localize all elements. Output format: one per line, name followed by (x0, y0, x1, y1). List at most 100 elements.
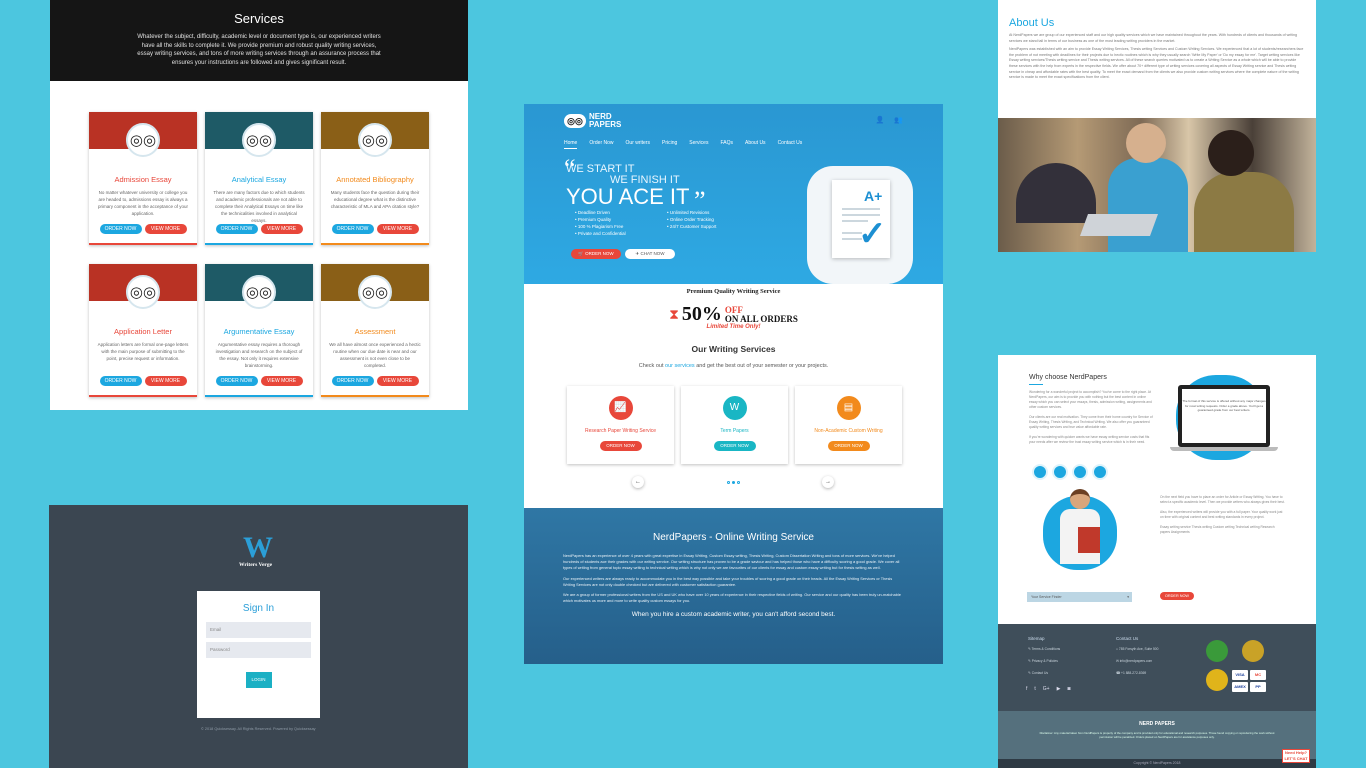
glasses-icon: ◎◎ (129, 284, 157, 301)
glasses-icon: ◎◎ (245, 132, 273, 149)
nerd-avatar-icon: ◎◎ (358, 275, 392, 309)
about-us-panel: About Us At NerdPapers we are group of o… (998, 0, 1316, 252)
about-us-paragraph: At NerdPapers we are group of our experi… (1009, 33, 1297, 43)
hero-order-label: ORDER NOW (585, 251, 614, 256)
our-services-link[interactable]: our services (665, 363, 695, 369)
writing-service-card[interactable]: ▤ Non-Academic Custom Writing ORDER NOW (795, 386, 902, 464)
twitter-icon[interactable]: t (1034, 686, 1035, 692)
visa-icon: VISA (1232, 670, 1248, 680)
view-more-button[interactable]: VIEW MORE (376, 376, 419, 386)
order-now-button[interactable]: ORDER NOW (331, 224, 374, 234)
service-order-button[interactable]: ORDER NOW (713, 441, 756, 451)
user-icon[interactable]: 👤 (876, 116, 885, 124)
order-now-button[interactable]: ORDER NOW (215, 376, 258, 386)
photo-figure (1126, 123, 1166, 163)
view-more-button[interactable]: VIEW MORE (144, 376, 187, 386)
card-text: There are many factors due to which stud… (213, 190, 305, 223)
carousel-dot[interactable] (731, 480, 735, 484)
service-card: ◎◎ Annotated Bibliography Many students fa… (321, 112, 429, 245)
guarantee-seal-icon (1206, 640, 1228, 662)
carousel-dots (726, 480, 740, 484)
nav-item-order-now[interactable]: Order Now (589, 140, 613, 149)
why-order-button[interactable]: ORDER NOW (1160, 592, 1194, 600)
feature-item: Unlimited Revisions (667, 210, 757, 215)
why-paragraph: Wondering for a wonderful project to acc… (1029, 390, 1152, 409)
subtitle-pre: Check out (638, 363, 666, 369)
carousel-prev-icon[interactable]: ← (632, 476, 644, 488)
email-item[interactable]: ✉ info@nerdpapers.com (1116, 655, 1158, 667)
hero-headline: WE START IT WE FINISH IT YOU ACE IT (566, 164, 689, 208)
writing-service-card[interactable]: W Term Papers ORDER NOW (681, 386, 788, 464)
writing-services-title: Our Writing Services (691, 344, 776, 354)
service-select[interactable]: Your Service Finder ▾ (1027, 592, 1132, 602)
service-order-button[interactable]: ORDER NOW (827, 441, 870, 451)
student-illustration (1056, 489, 1104, 585)
nav-item-our-writers[interactable]: Our writers (626, 140, 650, 149)
phone-item[interactable]: ☎ +1 888-272-8369 (1116, 667, 1158, 679)
sitemap-link-label: Contact Us (1031, 671, 1048, 675)
promo-orders: ON ALL ORDERS (724, 313, 798, 324)
password-field[interactable]: Password (206, 642, 311, 658)
view-more-button[interactable]: VIEW MORE (260, 376, 303, 386)
sitemap-link[interactable]: ✎ Privacy & Policies (1028, 655, 1060, 667)
nerd-avatar-icon: ◎◎ (242, 275, 276, 309)
carousel-dot[interactable] (726, 480, 730, 484)
writing-service-cards: 📈 Research Paper Writing Service ORDER NOW… (567, 386, 902, 464)
nerdpapers-logo[interactable]: ◎◎ NERD PAPERS (564, 113, 621, 129)
view-more-button[interactable]: VIEW MORE (376, 224, 419, 234)
logo-line-2: PAPERS (589, 120, 622, 129)
promo-limited: Limited Time Only! (706, 324, 761, 330)
contact-list: ⌂ 785 Forsyth Ave, Suite 500 ✉ info@nerd… (1116, 643, 1158, 679)
why-title: Why choose NerdPapers (1029, 374, 1107, 381)
login-button[interactable]: LOGIN (245, 672, 272, 688)
users-icon[interactable]: 👥 (894, 116, 903, 124)
nav-item-contact-us[interactable]: Contact Us (778, 140, 803, 149)
carousel-next-icon[interactable]: → (822, 476, 834, 488)
sitemap-link[interactable]: ✎ Terms & Conditions (1028, 643, 1060, 655)
nav-item-home[interactable]: Home (564, 140, 578, 149)
paper-line (842, 208, 880, 210)
nav-item-pricing[interactable]: Pricing (662, 140, 677, 149)
instagram-icon[interactable]: ◙ (1067, 686, 1070, 692)
chat-widget[interactable]: Need Help? LET'S CHAT (1282, 749, 1310, 763)
card-accent-line (205, 243, 313, 245)
view-more-button[interactable]: VIEW MORE (260, 224, 303, 234)
order-now-button[interactable]: ORDER NOW (99, 376, 142, 386)
nerd-avatar-icon: ◎◎ (358, 123, 392, 157)
laptop-shape (1079, 214, 1159, 236)
nav-item-about-us[interactable]: About Us (745, 140, 766, 149)
checkmark-icon: ✓ (858, 215, 887, 253)
nav-item-faqs[interactable]: FAQs (720, 140, 733, 149)
hourglass-icon: ⧗ (669, 306, 679, 322)
sitemap-link[interactable]: ✎ Contact Us (1028, 667, 1060, 679)
service-select-value: Your Service Finder (1031, 595, 1062, 599)
card-accent-line (205, 395, 313, 397)
photo-figure (1194, 172, 1294, 252)
order-now-button[interactable]: ORDER NOW (215, 224, 258, 234)
email-text: info@nerdpapers.com (1119, 659, 1153, 663)
promo-banner[interactable]: Premium Quality Writing Service ⧗ 50% OF… (524, 284, 943, 330)
youtube-icon[interactable]: ▶ (1057, 686, 1061, 692)
monitor-illustration: The format of this service is offered wi… (1178, 385, 1270, 447)
card-accent-line (321, 395, 429, 397)
writing-service-card[interactable]: 📈 Research Paper Writing Service ORDER NOW (567, 386, 674, 464)
card-buttons: ORDER NOW VIEW MORE (321, 376, 429, 386)
hero-line-3: YOU ACE IT (566, 184, 690, 209)
paper-sheet: A+ ✓ (832, 180, 890, 258)
nav-item-services[interactable]: Services (689, 140, 708, 149)
hero-order-button[interactable]: 🛒 ORDER NOW (571, 249, 621, 259)
card-text: Many students face the question during t… (330, 190, 420, 209)
facebook-icon[interactable]: f (1026, 686, 1027, 692)
view-more-button[interactable]: VIEW MORE (144, 224, 187, 234)
email-field[interactable]: Email (206, 622, 311, 638)
service-order-button[interactable]: ORDER NOW (599, 441, 642, 451)
order-now-button[interactable]: ORDER NOW (99, 224, 142, 234)
footer-disclaimer: Disclaimer: Any material taken from Nerd… (1039, 731, 1275, 739)
carousel-dot[interactable] (736, 480, 740, 484)
hero-chat-label: CHAT NOW (640, 251, 665, 256)
hero-chat-button[interactable]: ✈ CHAT NOW (625, 249, 675, 259)
google-plus-icon[interactable]: G+ (1043, 686, 1050, 692)
order-now-button[interactable]: ORDER NOW (331, 376, 374, 386)
chevron-down-icon: ▾ (1127, 595, 1129, 599)
card-buttons: ORDER NOW VIEW MORE (321, 224, 429, 234)
